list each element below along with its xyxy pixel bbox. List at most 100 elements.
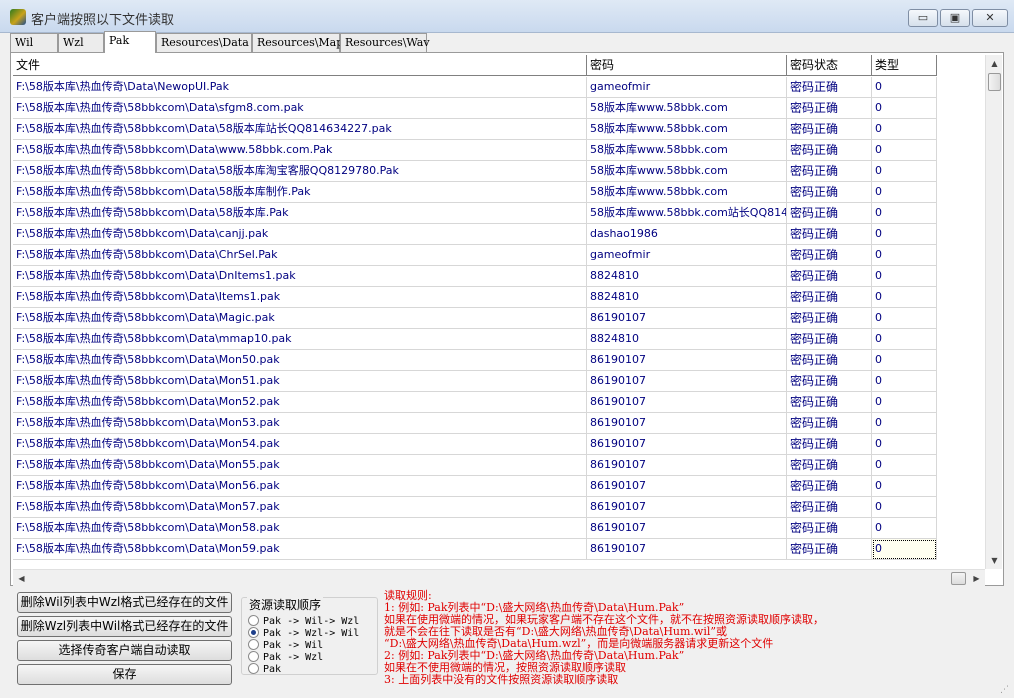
password-cell[interactable]: 58版本库www.58bbk.com — [587, 119, 787, 140]
radio-icon[interactable] — [248, 639, 259, 650]
password-cell[interactable]: 58版本库www.58bbk.com — [587, 161, 787, 182]
table-row[interactable]: F:\58版本库\热血传奇\58bbkcom\Data\Items1.pak 88… — [13, 287, 937, 308]
file-cell[interactable]: F:\58版本库\热血传奇\58bbkcom\Data\58版本库站长QQ814… — [13, 119, 587, 140]
close-button[interactable]: ✕ — [972, 9, 1008, 27]
status-cell[interactable]: 密码正确 — [787, 539, 872, 560]
status-cell[interactable]: 密码正确 — [787, 308, 872, 329]
order-option-3[interactable]: Pak -> Wil — [248, 639, 323, 651]
password-cell[interactable]: 58版本库www.58bbk.com — [587, 98, 787, 119]
table-row[interactable]: F:\58版本库\热血传奇\58bbkcom\Data\Mon51.pak 861… — [13, 371, 937, 392]
table-row[interactable]: F:\58版本库\热血传奇\58bbkcom\Data\Mon57.pak 861… — [13, 497, 937, 518]
file-cell[interactable]: F:\58版本库\热血传奇\58bbkcom\Data\Items1.pak — [13, 287, 587, 308]
password-cell[interactable]: 86190107 — [587, 413, 787, 434]
type-cell[interactable]: 0 — [872, 329, 937, 350]
type-cell[interactable]: 0 — [872, 224, 937, 245]
table-row[interactable]: F:\58版本库\热血传奇\58bbkcom\Data\58版本库站长QQ814… — [13, 119, 937, 140]
password-cell[interactable]: 86190107 — [587, 518, 787, 539]
horizontal-scrollbar[interactable]: ◀ ▶ — [13, 569, 985, 586]
file-table[interactable]: 文件 密码 密码状态 类型 F:\58版本库\热血传奇\Data\NewopUI… — [13, 55, 985, 569]
status-cell[interactable]: 密码正确 — [787, 497, 872, 518]
maximize-button[interactable]: ▣ — [940, 9, 970, 27]
file-cell[interactable]: F:\58版本库\热血传奇\58bbkcom\Data\Mon52.pak — [13, 392, 587, 413]
delete-wil-duplicates-button[interactable]: 删除Wil列表中Wzl格式已经存在的文件 — [17, 592, 232, 613]
status-cell[interactable]: 密码正确 — [787, 518, 872, 539]
type-cell[interactable]: 0 — [872, 371, 937, 392]
file-cell[interactable]: F:\58版本库\热血传奇\58bbkcom\Data\mmap10.pak — [13, 329, 587, 350]
table-row[interactable]: F:\58版本库\热血传奇\58bbkcom\Data\DnItems1.pak… — [13, 266, 937, 287]
file-cell[interactable]: F:\58版本库\热血传奇\58bbkcom\Data\www.58bbk.co… — [13, 140, 587, 161]
file-cell[interactable]: F:\58版本库\热血传奇\58bbkcom\Data\Mon59.pak — [13, 539, 587, 560]
type-cell[interactable]: 0 — [872, 434, 937, 455]
tab-resources-data[interactable]: Resources\Data — [156, 33, 252, 52]
table-row[interactable]: F:\58版本库\热血传奇\58bbkcom\Data\Mon54.pak 861… — [13, 434, 937, 455]
password-cell[interactable]: 8824810 — [587, 266, 787, 287]
radio-icon[interactable] — [248, 615, 259, 626]
select-client-button[interactable]: 选择传奇客户端自动读取 — [17, 640, 232, 661]
file-cell[interactable]: F:\58版本库\热血传奇\58bbkcom\Data\Mon57.pak — [13, 497, 587, 518]
status-cell[interactable]: 密码正确 — [787, 287, 872, 308]
type-cell[interactable]: 0 — [872, 161, 937, 182]
radio-icon[interactable] — [248, 651, 259, 662]
scroll-right-icon[interactable]: ▶ — [968, 570, 985, 587]
type-cell[interactable]: 0 — [872, 497, 937, 518]
status-cell[interactable]: 密码正确 — [787, 224, 872, 245]
password-cell[interactable]: 86190107 — [587, 308, 787, 329]
order-option-1[interactable]: Pak -> Wil-> Wzl — [248, 615, 359, 627]
status-cell[interactable]: 密码正确 — [787, 413, 872, 434]
file-cell[interactable]: F:\58版本库\热血传奇\Data\NewopUI.Pak — [13, 77, 587, 98]
table-row[interactable]: F:\58版本库\热血传奇\58bbkcom\Data\Mon52.pak 861… — [13, 392, 937, 413]
password-cell[interactable]: 58版本库www.58bbk.com站长QQ814634 — [587, 203, 787, 224]
status-cell[interactable]: 密码正确 — [787, 119, 872, 140]
tab-resources-map[interactable]: Resources\Map — [252, 33, 343, 52]
vertical-scrollbar[interactable]: ▲ ▼ — [985, 55, 1002, 569]
file-cell[interactable]: F:\58版本库\热血传奇\58bbkcom\Data\Mon54.pak — [13, 434, 587, 455]
table-row[interactable]: F:\58版本库\热血传奇\58bbkcom\Data\sfgm8.com.pa… — [13, 98, 937, 119]
order-option-4[interactable]: Pak -> Wzl — [248, 651, 323, 663]
password-cell[interactable]: 58版本库www.58bbk.com — [587, 182, 787, 203]
table-row[interactable]: F:\58版本库\热血传奇\58bbkcom\Data\www.58bbk.co… — [13, 140, 937, 161]
status-cell[interactable]: 密码正确 — [787, 77, 872, 98]
table-row[interactable]: F:\58版本库\热血传奇\58bbkcom\Data\mmap10.pak 88… — [13, 329, 937, 350]
column-header-file[interactable]: 文件 — [13, 55, 587, 76]
file-cell[interactable]: F:\58版本库\热血传奇\58bbkcom\Data\Mon58.pak — [13, 518, 587, 539]
table-row[interactable]: F:\58版本库\热血传奇\58bbkcom\Data\canjj.pak das… — [13, 224, 937, 245]
file-cell[interactable]: F:\58版本库\热血传奇\58bbkcom\Data\sfgm8.com.pa… — [13, 98, 587, 119]
password-cell[interactable]: 86190107 — [587, 497, 787, 518]
password-cell[interactable]: 86190107 — [587, 539, 787, 560]
file-cell[interactable]: F:\58版本库\热血传奇\58bbkcom\Data\58版本库淘宝客服QQ8… — [13, 161, 587, 182]
table-row[interactable]: F:\58版本库\热血传奇\58bbkcom\Data\58版本库制作.Pak 5… — [13, 182, 937, 203]
status-cell[interactable]: 密码正确 — [787, 161, 872, 182]
order-option-2[interactable]: Pak -> Wzl-> Wil — [248, 627, 359, 639]
type-cell[interactable]: 0 — [872, 539, 937, 560]
table-row[interactable]: F:\58版本库\热血传奇\58bbkcom\Data\Mon53.pak 861… — [13, 413, 937, 434]
password-cell[interactable]: 86190107 — [587, 371, 787, 392]
table-row[interactable]: F:\58版本库\热血传奇\58bbkcom\Data\58版本库淘宝客服QQ8… — [13, 161, 937, 182]
table-row[interactable]: F:\58版本库\热血传奇\Data\NewopUI.Pak gameofmir 密… — [13, 77, 937, 98]
tab-pak[interactable]: Pak — [104, 31, 156, 53]
vertical-scroll-thumb[interactable] — [988, 73, 1001, 91]
table-row[interactable]: F:\58版本库\热血传奇\58bbkcom\Data\Mon50.pak 861… — [13, 350, 937, 371]
delete-wzl-duplicates-button[interactable]: 删除Wzl列表中Wil格式已经存在的文件 — [17, 616, 232, 637]
status-cell[interactable]: 密码正确 — [787, 392, 872, 413]
password-cell[interactable]: 8824810 — [587, 287, 787, 308]
save-button[interactable]: 保存 — [17, 664, 232, 685]
status-cell[interactable]: 密码正确 — [787, 182, 872, 203]
table-row[interactable]: F:\58版本库\热血传奇\58bbkcom\Data\ChrSel.Pak ga… — [13, 245, 937, 266]
type-cell[interactable]: 0 — [872, 350, 937, 371]
password-cell[interactable]: 86190107 — [587, 476, 787, 497]
radio-icon[interactable] — [248, 663, 259, 674]
status-cell[interactable]: 密码正确 — [787, 329, 872, 350]
type-cell[interactable]: 0 — [872, 245, 937, 266]
password-cell[interactable]: 86190107 — [587, 434, 787, 455]
type-cell[interactable]: 0 — [872, 119, 937, 140]
table-row[interactable]: F:\58版本库\热血传奇\58bbkcom\Data\Mon59.pak 861… — [13, 539, 937, 560]
status-cell[interactable]: 密码正确 — [787, 350, 872, 371]
file-cell[interactable]: F:\58版本库\热血传奇\58bbkcom\Data\Mon53.pak — [13, 413, 587, 434]
scroll-left-icon[interactable]: ◀ — [13, 570, 30, 587]
status-cell[interactable]: 密码正确 — [787, 371, 872, 392]
order-option-5[interactable]: Pak — [248, 663, 281, 675]
scroll-up-icon[interactable]: ▲ — [986, 55, 1003, 72]
table-row[interactable]: F:\58版本库\热血传奇\58bbkcom\Data\Mon55.pak 861… — [13, 455, 937, 476]
scroll-down-icon[interactable]: ▼ — [986, 552, 1003, 569]
resize-grip-icon[interactable]: ⋰ — [1000, 685, 1010, 695]
